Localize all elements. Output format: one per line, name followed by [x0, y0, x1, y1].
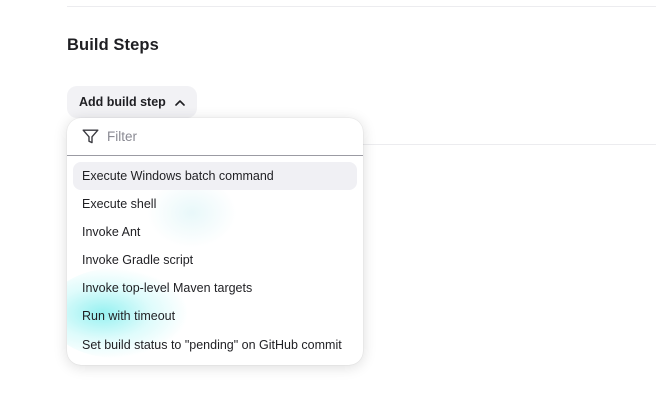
build-step-option[interactable]: Execute Windows batch command [73, 162, 357, 190]
add-build-step-button[interactable]: Add build step [67, 86, 197, 118]
section-divider [363, 144, 656, 145]
build-step-list: Execute Windows batch command Execute she… [67, 156, 363, 359]
filter-row [67, 118, 363, 156]
top-divider [67, 6, 656, 7]
section-title: Build Steps [67, 36, 159, 54]
filter-input[interactable] [107, 129, 327, 144]
chevron-up-icon [175, 99, 185, 106]
filter-icon [82, 129, 99, 144]
build-step-option[interactable]: Execute shell [73, 190, 357, 218]
add-build-step-label: Add build step [79, 95, 166, 109]
build-step-option[interactable]: Invoke Ant [73, 218, 357, 246]
build-steps-page: Build Steps Add build step Execute Windo… [0, 0, 656, 410]
build-step-option[interactable]: Invoke Gradle script [73, 246, 357, 274]
build-step-option[interactable]: Set build status to "pending" on GitHub … [73, 331, 357, 359]
build-step-dropdown: Execute Windows batch commandExecute she… [67, 118, 363, 365]
build-step-option[interactable]: Invoke top-level Maven targets [73, 274, 357, 302]
build-step-option[interactable]: Run with timeout [73, 302, 357, 330]
